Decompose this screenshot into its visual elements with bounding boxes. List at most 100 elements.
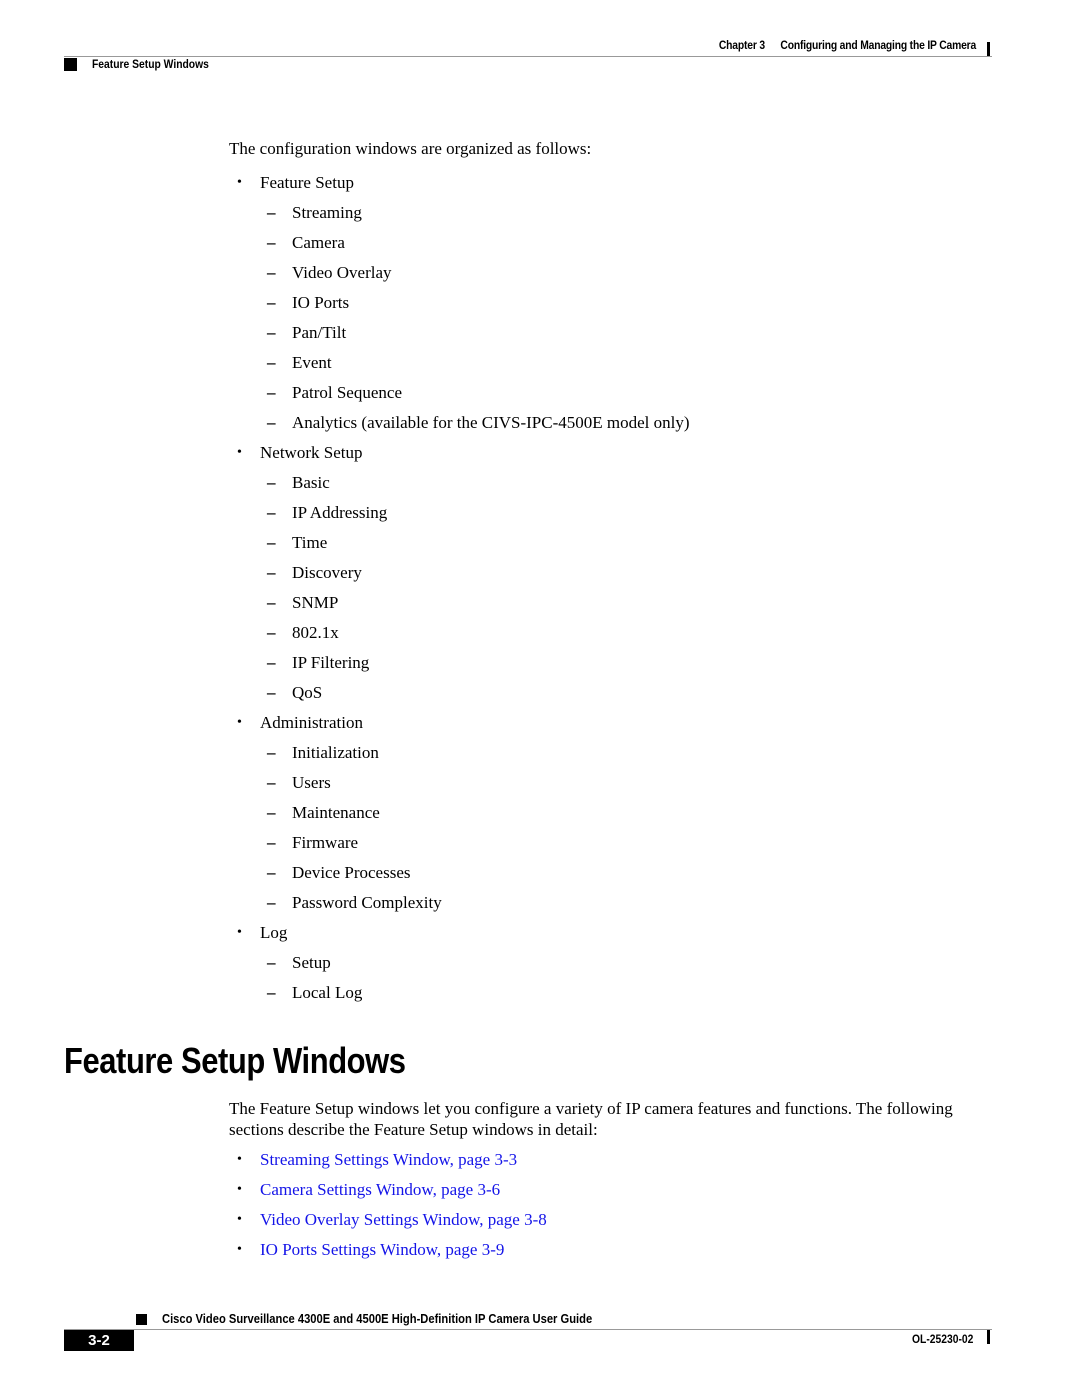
header-square-marker: [64, 58, 77, 71]
dash-icon: –: [267, 623, 276, 642]
dash-icon: –: [267, 413, 276, 432]
footer-rule: [64, 1329, 992, 1330]
dash-icon: –: [267, 803, 276, 822]
dash-icon: –: [267, 563, 276, 582]
outline-item: – Event: [229, 348, 989, 378]
outline-item-label: Video Overlay: [292, 263, 392, 282]
header-marker-bar: [987, 42, 990, 56]
outline-item: – Streaming: [229, 198, 989, 228]
cross-reference-list: • Streaming Settings Window, page 3-3 • Ca…: [229, 1145, 989, 1265]
outline-item-label: Password Complexity: [292, 893, 442, 912]
bullet-icon: •: [237, 715, 242, 730]
outline-item-label: Streaming: [292, 203, 362, 222]
outline-item: – Analytics (available for the CIVS-IPC-4…: [229, 408, 989, 438]
footer-guide-title: Cisco Video Surveillance 4300E and 4500E…: [162, 1311, 593, 1326]
outline-item-label: Setup: [292, 953, 331, 972]
outline-item: – Firmware: [229, 828, 989, 858]
chapter-label: Chapter 3: [718, 38, 765, 52]
outline-item: –802.1x: [229, 618, 989, 648]
dash-icon: –: [267, 353, 276, 372]
dash-icon: –: [267, 533, 276, 552]
dash-icon: –: [267, 203, 276, 222]
outline-item: – Users: [229, 768, 989, 798]
outline-item: – Password Complexity: [229, 888, 989, 918]
outline-item-label: IO Ports: [292, 293, 350, 312]
bullet-icon: •: [237, 1152, 242, 1167]
outline-content: The configuration windows are organized …: [229, 138, 989, 1008]
outline-item: – Setup: [229, 948, 989, 978]
dash-icon: –: [267, 593, 276, 612]
outline-item: – QoS: [229, 678, 989, 708]
outline-item-label: Local Log: [292, 983, 363, 1002]
running-header-section: Feature Setup Windows: [92, 57, 209, 71]
outline-item-label: IP Addressing: [292, 503, 388, 522]
outline-item-label: Initialization: [292, 743, 379, 762]
outline-item: – Video Overlay: [229, 258, 989, 288]
bullet-icon: •: [237, 925, 242, 940]
outline-item: – Basic: [229, 468, 989, 498]
outline-item: – Patrol Sequence: [229, 378, 989, 408]
link-streaming-settings[interactable]: Streaming Settings Window, page 3-3: [260, 1150, 517, 1169]
cross-reference-item: • IO Ports Settings Window, page 3-9: [229, 1235, 989, 1265]
running-header-chapter: Chapter 3 Configuring and Managing the IP…: [719, 38, 976, 52]
bullet-icon: •: [237, 1182, 242, 1197]
dash-icon: –: [267, 953, 276, 972]
outline-item-label: Time: [292, 533, 328, 552]
bullet-icon: •: [237, 1212, 242, 1227]
dash-icon: –: [267, 293, 276, 312]
dash-icon: –: [267, 983, 276, 1002]
outline-group: • Feature Setup: [229, 168, 989, 198]
outline-item-label: IP Filtering: [292, 653, 370, 672]
dash-icon: –: [267, 233, 276, 252]
dash-icon: –: [267, 383, 276, 402]
intro-text: The configuration windows are organized …: [229, 139, 592, 158]
link-camera-settings[interactable]: Camera Settings Window, page 3-6: [260, 1180, 500, 1199]
chapter-title: Configuring and Managing the IP Camera: [780, 38, 976, 52]
outline-item: – Local Log: [229, 978, 989, 1008]
dash-icon: –: [267, 503, 276, 522]
section-heading: Feature Setup Windows: [64, 1040, 406, 1081]
outline-item-label: SNMP: [292, 593, 339, 612]
outline-item: – Discovery: [229, 558, 989, 588]
outline-item: – IP Addressing: [229, 498, 989, 528]
outline-item-label: Pan/Tilt: [292, 323, 347, 342]
outline-group: • Network Setup: [229, 438, 989, 468]
page-number: 3-2: [64, 1330, 134, 1351]
bullet-icon: •: [237, 175, 242, 190]
dash-icon: –: [267, 653, 276, 672]
dash-icon: –: [267, 833, 276, 852]
footer-square-marker: [136, 1314, 147, 1325]
document-id: OL-25230-02: [911, 1332, 973, 1346]
link-io-ports-settings[interactable]: IO Ports Settings Window, page 3-9: [260, 1240, 504, 1259]
outline-item-label: Analytics (available for the CIVS-IPC-45…: [292, 413, 690, 432]
dash-icon: –: [267, 863, 276, 882]
outline-item-label: Camera: [292, 233, 345, 252]
cross-reference-item: • Camera Settings Window, page 3-6: [229, 1175, 989, 1205]
outline-item: – IP Filtering: [229, 648, 989, 678]
outline-item: – SNMP: [229, 588, 989, 618]
section-paragraph: The Feature Setup windows let you config…: [229, 1099, 953, 1139]
dash-icon: –: [267, 683, 276, 702]
outline-group: • Administration: [229, 708, 989, 738]
outline-item: – Device Processes: [229, 858, 989, 888]
outline-item: – IO Ports: [229, 288, 989, 318]
outline-group-label: Administration: [260, 713, 363, 732]
outline-list: • Feature Setup – Streaming – Camera – Video Ov…: [229, 168, 989, 1008]
outline-item: – Camera: [229, 228, 989, 258]
outline-group-label: Feature Setup: [260, 173, 354, 192]
dash-icon: –: [267, 743, 276, 762]
cross-reference-item: • Video Overlay Settings Window, page 3-8: [229, 1205, 989, 1235]
bullet-icon: •: [237, 445, 242, 460]
dash-icon: –: [267, 893, 276, 912]
outline-item-label: Users: [292, 773, 331, 792]
link-video-overlay-settings[interactable]: Video Overlay Settings Window, page 3-8: [260, 1210, 547, 1229]
cross-reference-item: • Streaming Settings Window, page 3-3: [229, 1145, 989, 1175]
outline-item: – Maintenance: [229, 798, 989, 828]
footer-marker-bar: [987, 1330, 990, 1344]
bullet-icon: •: [237, 1242, 242, 1257]
outline-item-label: Basic: [292, 473, 330, 492]
dash-icon: –: [267, 773, 276, 792]
outline-item: – Initialization: [229, 738, 989, 768]
outline-group-label: Network Setup: [260, 443, 363, 462]
outline-item-label: Device Processes: [292, 863, 411, 882]
